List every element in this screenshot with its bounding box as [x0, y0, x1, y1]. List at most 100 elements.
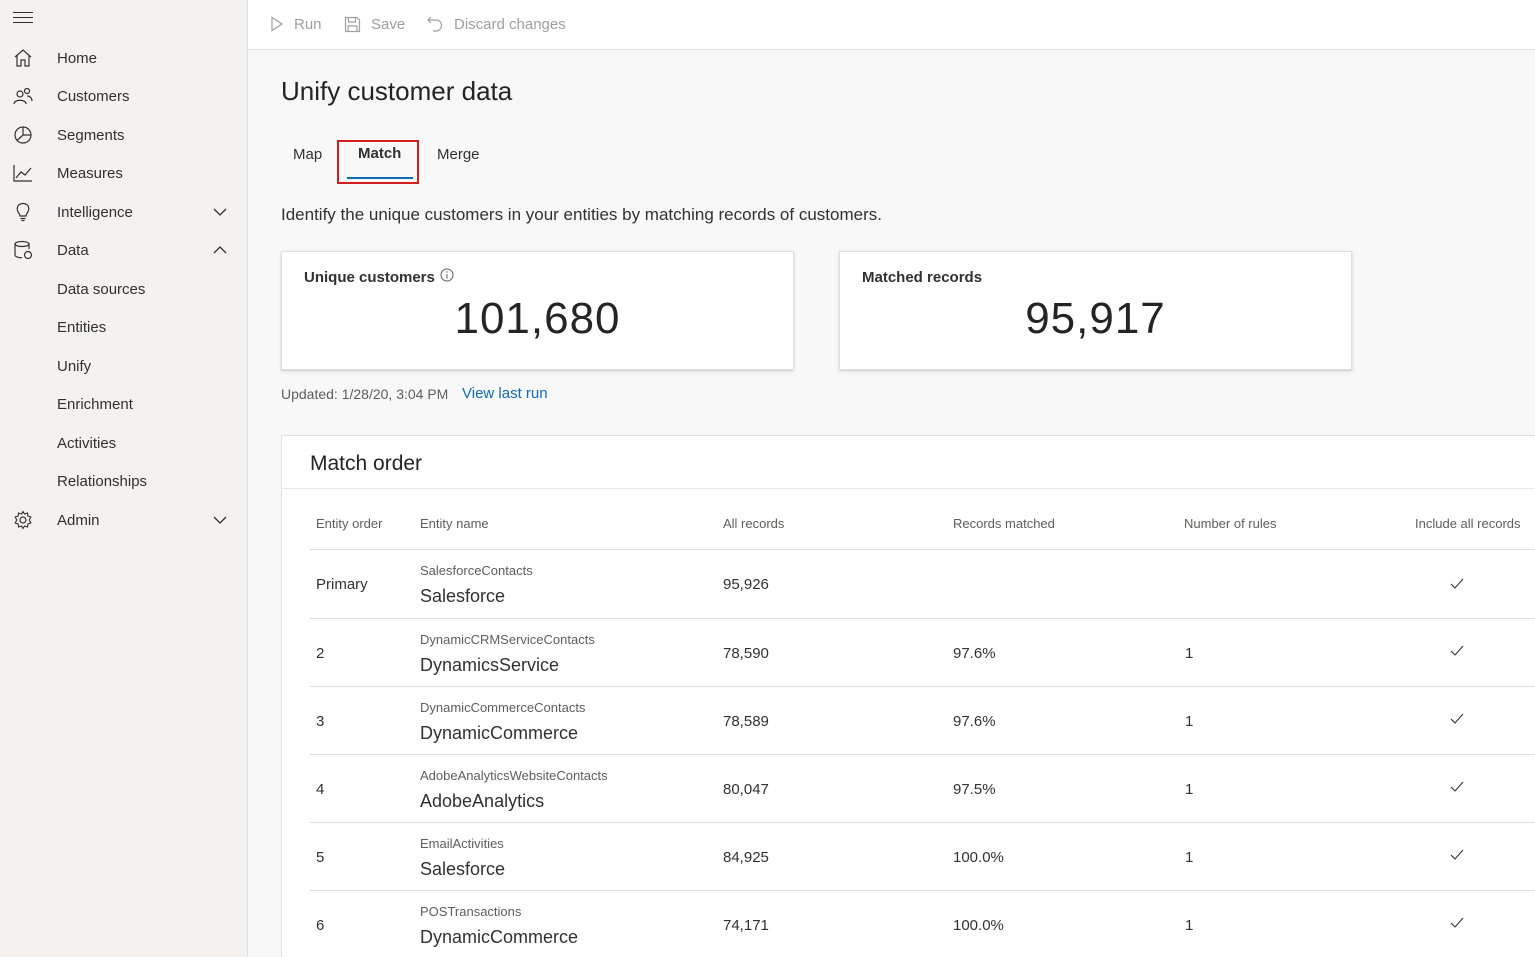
nav-label: Intelligence	[57, 203, 133, 221]
number-of-rules: 1	[1185, 645, 1194, 662]
check-icon	[1450, 849, 1464, 860]
nav-item-admin[interactable]: Admin	[0, 502, 248, 538]
check-icon	[1450, 781, 1464, 792]
database-icon	[14, 240, 33, 260]
nav-label: Home	[57, 49, 98, 67]
table-row[interactable]: Primary SalesforceContacts Salesforce 95…	[310, 549, 1535, 617]
check-icon	[1450, 578, 1464, 589]
entity-name: Salesforce	[420, 586, 506, 606]
nav-label: Data	[57, 241, 89, 259]
entity-source: AdobeAnalyticsWebsiteContacts	[420, 768, 608, 783]
column-header: Include all records	[1415, 516, 1521, 531]
page-title: Unify customer data	[281, 76, 513, 106]
records-matched: 97.5%	[953, 781, 996, 798]
all-records: 80,047	[723, 781, 769, 798]
number-of-rules: 1	[1185, 713, 1194, 730]
all-records: 78,590	[723, 645, 769, 662]
all-records: 95,926	[723, 576, 769, 593]
nav-label: Measures	[57, 164, 123, 182]
check-icon	[1450, 713, 1464, 724]
nav-item-data[interactable]: Data	[0, 232, 248, 268]
nav-item-segments[interactable]: Segments	[0, 117, 248, 153]
nav-label: Activities	[57, 434, 117, 452]
column-header: Number of rules	[1184, 516, 1277, 531]
hamburger-icon[interactable]	[13, 12, 33, 26]
trend-icon	[13, 165, 32, 182]
nav-label: Entities	[57, 318, 107, 336]
matched-records-card: Matched records 95,917	[839, 251, 1352, 370]
check-icon	[1450, 645, 1464, 656]
nav-item-intelligence[interactable]: Intelligence	[0, 194, 248, 230]
save-icon	[344, 16, 361, 32]
entity-name: Salesforce	[420, 859, 506, 879]
nav-label: Unify	[57, 357, 92, 375]
nav-item-customers[interactable]: Customers	[0, 78, 248, 114]
entity-source: DynamicCommerceContacts	[420, 700, 586, 715]
entity-order: 2	[316, 645, 325, 662]
card-title: Unique customers	[304, 269, 435, 286]
table-row[interactable]: 6 POSTransactions DynamicCommerce 74,171…	[310, 890, 1535, 957]
records-matched: 97.6%	[953, 713, 996, 730]
entity-source: EmailActivities	[420, 836, 504, 851]
card-value: 101,680	[454, 294, 621, 343]
match-order-panel: Match order Entity order Entity name All…	[281, 435, 1535, 957]
discard-changes-button[interactable]: Discard changes	[426, 12, 566, 36]
records-matched: 97.6%	[953, 645, 996, 662]
run-button[interactable]: Run	[270, 12, 322, 36]
nav-label: Segments	[57, 126, 125, 144]
column-header: Entity order	[316, 516, 383, 531]
updated-timestamp: Updated: 1/28/20, 3:04 PM	[281, 386, 449, 402]
nav-item-measures[interactable]: Measures	[0, 155, 248, 191]
info-icon[interactable]	[440, 268, 454, 282]
entity-order: Primary	[316, 576, 368, 593]
nav-label: Data sources	[57, 280, 146, 298]
save-label: Save	[371, 15, 406, 33]
unique-customers-card: Unique customers 101,680	[281, 251, 794, 370]
sidebar-item-entities[interactable]: Entities	[0, 309, 248, 345]
sidebar-item-data-sources[interactable]: Data sources	[0, 271, 248, 307]
number-of-rules: 1	[1185, 849, 1194, 866]
sidebar-item-relationships[interactable]: Relationships	[0, 463, 248, 499]
tab-map[interactable]: Map	[293, 146, 322, 163]
sidebar-item-unify[interactable]: Unify	[0, 348, 248, 384]
card-title: Matched records	[862, 269, 983, 286]
card-value: 95,917	[1025, 294, 1166, 343]
undo-icon	[427, 16, 443, 32]
table-row[interactable]: 5 EmailActivities Salesforce 84,925 100.…	[310, 822, 1535, 890]
entity-source: DynamicCRMServiceContacts	[420, 632, 595, 647]
column-header: Entity name	[420, 516, 489, 531]
discard-label: Discard changes	[454, 15, 566, 33]
entity-name: DynamicCommerce	[420, 723, 579, 743]
sidebar-item-activities[interactable]: Activities	[0, 425, 248, 461]
nav-label: Relationships	[57, 472, 148, 490]
table-row[interactable]: 2 DynamicCRMServiceContacts DynamicsServ…	[310, 618, 1535, 686]
divider	[282, 488, 1535, 489]
records-matched: 100.0%	[953, 917, 1004, 934]
run-label: Run	[294, 15, 322, 33]
highlight-box	[337, 140, 419, 184]
number-of-rules: 1	[1185, 781, 1194, 798]
save-button[interactable]: Save	[344, 12, 405, 36]
entity-source: POSTransactions	[420, 904, 522, 919]
tab-merge[interactable]: Merge	[437, 146, 480, 163]
column-header: All records	[723, 516, 785, 531]
chevron-up-icon	[213, 246, 227, 254]
nav-item-home[interactable]: Home	[0, 40, 248, 76]
view-last-run-link[interactable]: View last run	[462, 385, 548, 402]
all-records: 84,925	[723, 849, 769, 866]
panel-title: Match order	[310, 452, 423, 475]
all-records: 78,589	[723, 713, 769, 730]
home-icon	[14, 49, 32, 67]
page-description: Identify the unique customers in your en…	[281, 205, 882, 224]
entity-name: DynamicCommerce	[420, 927, 579, 947]
chevron-down-icon	[213, 208, 227, 216]
table-row[interactable]: 4 AdobeAnalyticsWebsiteContacts AdobeAna…	[310, 754, 1535, 822]
sidebar-item-enrichment[interactable]: Enrichment	[0, 386, 248, 422]
nav-label: Customers	[57, 87, 130, 105]
chevron-down-icon	[213, 516, 227, 524]
entity-order: 5	[316, 849, 325, 866]
table-row[interactable]: 3 DynamicCommerceContacts DynamicCommerc…	[310, 686, 1535, 754]
play-icon	[271, 16, 284, 32]
column-header: Records matched	[953, 516, 1055, 531]
entity-order: 4	[316, 781, 325, 798]
